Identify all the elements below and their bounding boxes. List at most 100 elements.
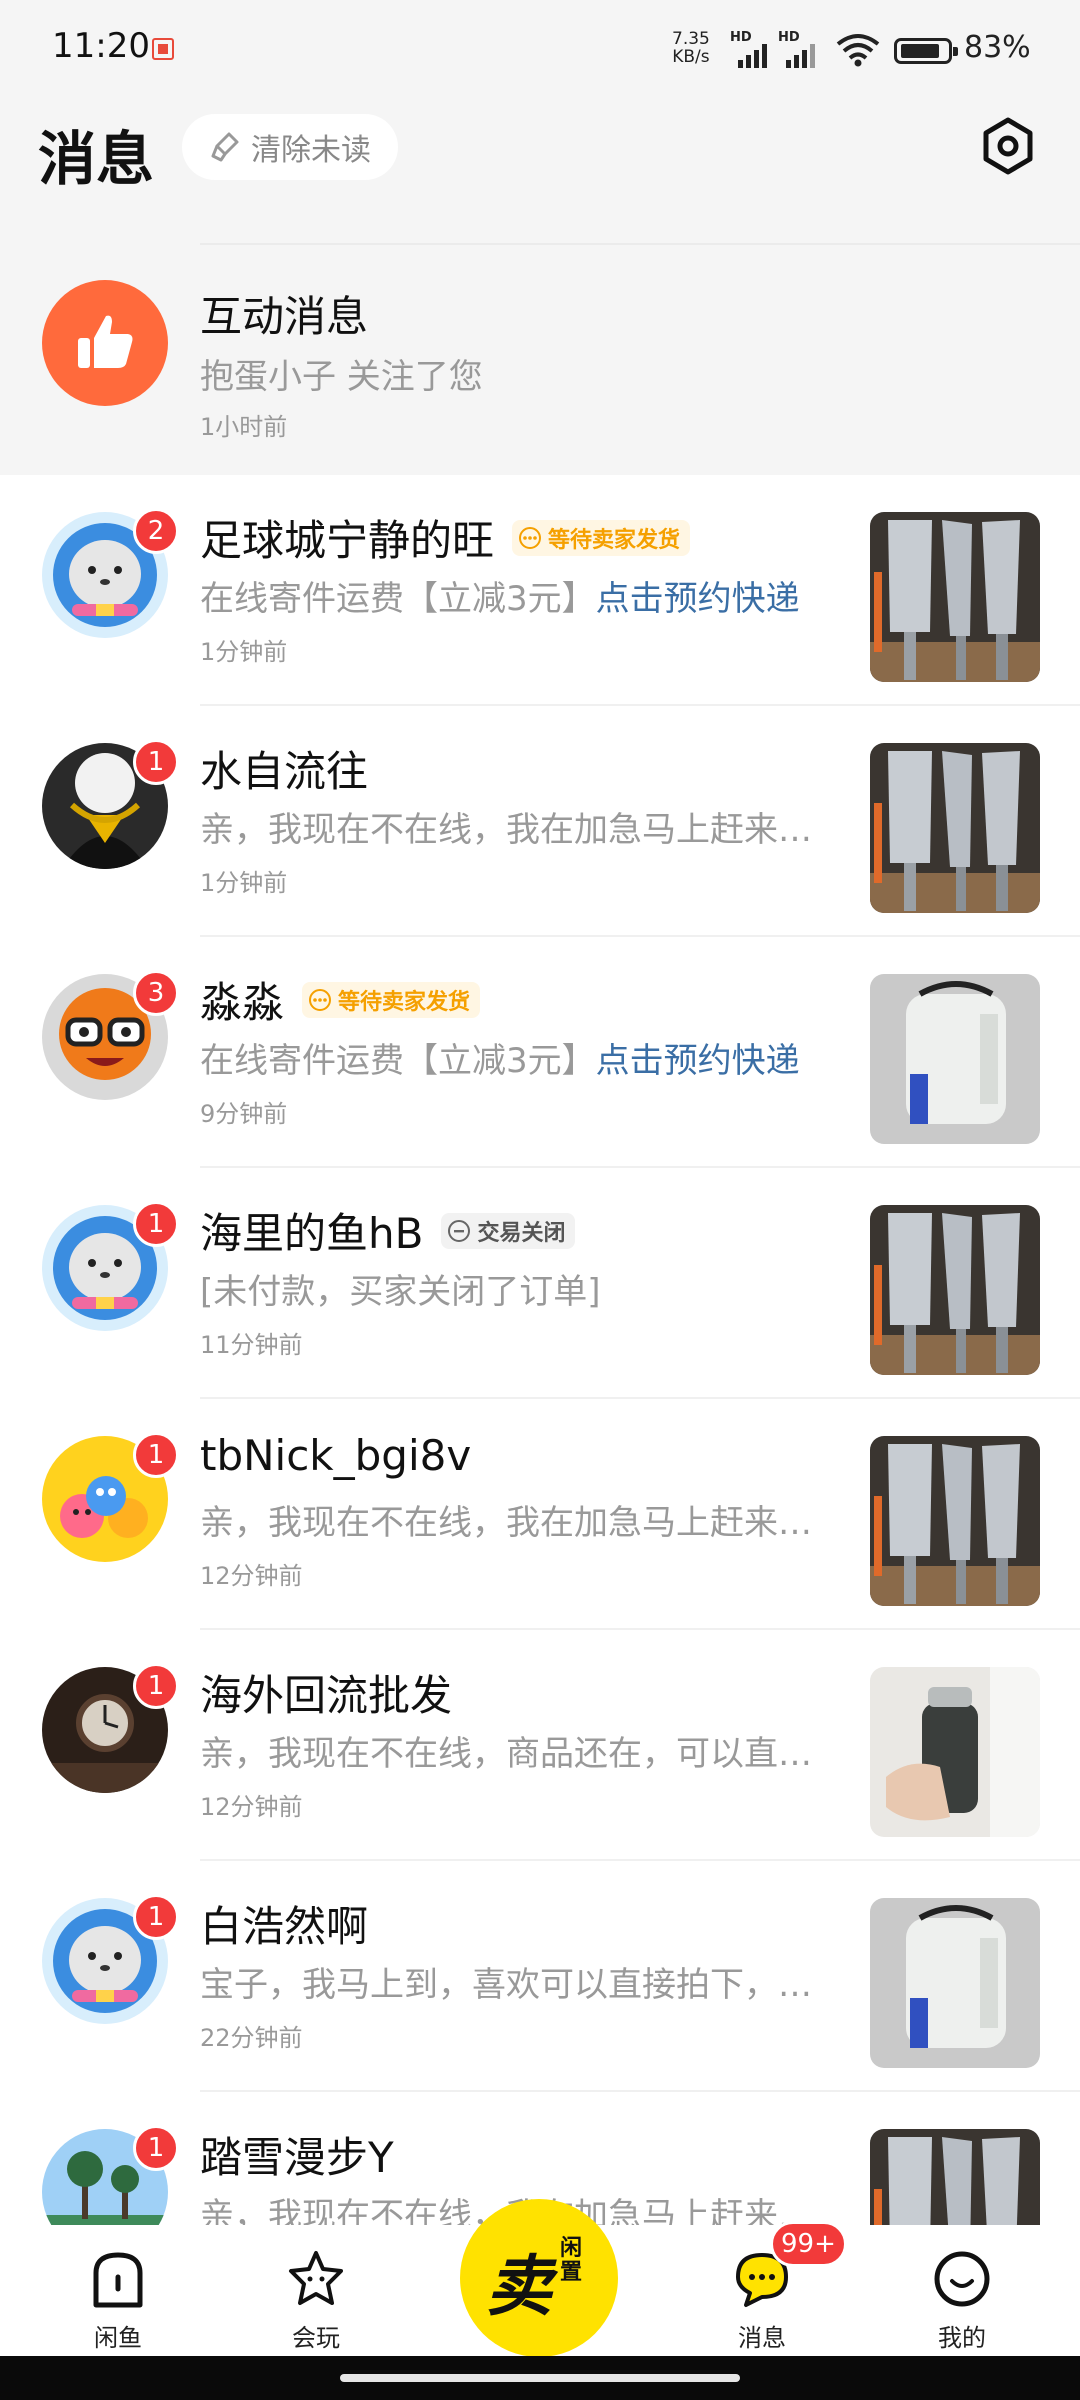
pending-dots-icon [519,526,542,549]
nav-play[interactable]: 会玩 [256,2235,376,2353]
contact-name: 水自流往 [200,747,369,796]
product-thumbnail-backpack[interactable] [870,1898,1040,2068]
name-line: 踏雪漫步Y [200,2124,394,2185]
bottom-nav: 闲鱼 会玩 卖 闲置 消息 99+ 我的 [0,2199,1080,2357]
message-preview: 宝子，我马上到，喜欢可以直接拍下，… [200,1965,812,2005]
chat-list[interactable]: 2 足球城宁静的旺 等待卖家发货 在线寄件运费【立减3元】点击预约快递 1分钟前 [0,475,1080,2225]
name-line: 白浩然啊 [200,1893,368,1954]
contact-name: 足球城宁静的旺 [200,516,495,565]
contact-name: tbNick_bgi8v [200,1431,472,1480]
interaction-title: 互动消息 [200,292,369,341]
name-line: tbNick_bgi8v [200,1431,471,1480]
order-status-label: 等待卖家发货 [548,527,681,553]
order-status-tag: 交易关闭 [441,1212,576,1249]
nav-me-label: 我的 [938,2324,986,2352]
notification-app-icon [152,38,174,60]
smile-face-icon [934,2251,990,2307]
order-status-tag: 等待卖家发货 [302,981,481,1018]
product-thumbnail-knives[interactable] [870,1205,1040,1375]
message-time: 11分钟前 [200,1331,303,1359]
minus-circle-icon [448,1219,471,1242]
unread-badge: 1 [133,1663,179,1709]
status-time: 11:20 [52,26,150,66]
product-thumbnail-knives[interactable] [870,512,1040,682]
contact-name: 海里的鱼hB [200,1209,424,1258]
chat-row[interactable]: 1 水自流往 亲，我现在不在线，我在加急马上赶来… 1分钟前 [0,706,1080,937]
page-title: 消息 [38,125,155,193]
name-line: 海里的鱼hB 交易关闭 [200,1200,576,1261]
unread-badge: 3 [133,970,179,1016]
star-face-icon [289,2251,343,2305]
nav-messages-label: 消息 [738,2324,786,2352]
network-speed: 7.35 KB/s [672,30,710,66]
signal-icon: HD [730,30,776,68]
nav-play-label: 会玩 [292,2324,340,2352]
message-time: 12分钟前 [200,1562,303,1590]
hd-label: HD [730,30,752,45]
order-status-tag: 等待卖家发货 [512,519,691,556]
message-preview: [未付款，买家关闭了订单] [200,1272,601,1312]
home-gesture-bar[interactable] [340,2374,740,2382]
message-time: 1分钟前 [200,638,288,666]
product-thumbnail-knives[interactable] [870,1436,1040,1606]
order-status-label: 交易关闭 [477,1220,566,1246]
like-icon-circle [42,280,168,406]
name-line: 淼淼 等待卖家发货 [200,969,481,1030]
unread-badge: 1 [133,1201,179,1247]
product-thumbnail-bottle[interactable] [870,1667,1040,1837]
nav-me[interactable]: 我的 [902,2235,1022,2353]
preview-text: 在线寄件运费【立减3元】 [200,579,596,619]
chat-row[interactable]: 1 白浩然啊 宝子，我马上到，喜欢可以直接拍下，… 22分钟前 [0,1861,1080,2092]
unread-badge: 2 [133,508,179,554]
interaction-messages-row[interactable]: 互动消息 抱蛋小子 关注了您 1小时前 [0,255,1080,475]
home-fish-icon [93,2252,143,2308]
product-thumbnail-knives[interactable] [870,743,1040,913]
contact-name: 海外回流批发 [200,1671,453,1720]
order-status-label: 等待卖家发货 [338,989,471,1015]
book-courier-link[interactable]: 点击预约快递 [596,1041,800,1081]
chat-row[interactable]: 3 淼淼 等待卖家发货 在线寄件运费【立减3元】点击预约快递 9分钟前 [0,937,1080,1168]
message-time: 22分钟前 [200,2024,303,2052]
battery-icon [894,38,958,64]
message-preview: 亲，我现在不在线，我在加急马上赶来… [200,810,812,850]
chat-row[interactable]: 1 tbNick_bgi8v 亲，我现在不在线，我在加急马上赶来… 12分钟前 [0,1399,1080,1630]
message-time: 9分钟前 [200,1100,288,1128]
signal-icon: HD [778,30,824,68]
unread-badge: 1 [133,739,179,785]
message-time: 1分钟前 [200,869,288,897]
chat-row[interactable]: 2 足球城宁静的旺 等待卖家发货 在线寄件运费【立减3元】点击预约快递 1分钟前 [0,475,1080,706]
battery-percent: 83% [964,30,1031,65]
sell-label: 卖 [486,2248,552,2325]
name-line: 足球城宁静的旺 等待卖家发货 [200,507,691,568]
message-preview: 在线寄件运费【立减3元】点击预约快递 [200,571,850,620]
clear-unread-button[interactable]: 清除未读 [182,114,398,180]
book-courier-link[interactable]: 点击预约快递 [596,579,800,619]
product-thumbnail-backpack[interactable] [870,974,1040,1144]
clear-unread-label: 清除未读 [251,133,371,168]
unread-badge: 1 [133,1894,179,1940]
chat-row[interactable]: 1 海里的鱼hB 交易关闭 [未付款，买家关闭了订单] 11分钟前 [0,1168,1080,1399]
sell-button[interactable]: 卖 闲置 [460,2199,618,2357]
divider [200,243,1080,245]
message-time: 12分钟前 [200,1793,303,1821]
preview-text: 在线寄件运费【立减3元】 [200,1041,596,1081]
contact-name: 淼淼 [200,978,285,1027]
thumbs-up-icon [78,315,133,368]
product-thumbnail-knives[interactable] [870,2129,1040,2225]
nav-home-label: 闲鱼 [94,2324,142,2352]
hd-label: HD [778,30,800,45]
contact-name: 白浩然啊 [200,1902,369,1951]
unread-badge: 1 [133,1432,179,1478]
chat-row[interactable]: 1 海外回流批发 亲，我现在不在线，商品还在，可以直… 12分钟前 [0,1630,1080,1861]
broom-icon [211,132,239,162]
message-preview: 亲，我现在不在线，我在加急马上赶来… [200,1503,812,1543]
nav-home[interactable]: 闲鱼 [58,2235,178,2353]
message-preview: 亲，我现在不在线，商品还在，可以直… [200,1734,812,1774]
interaction-time: 1小时前 [200,413,288,441]
contact-name: 踏雪漫步Y [200,2133,394,2182]
status-bar: 11:20 7.35 KB/s HD HD 83% [0,0,1080,100]
pending-dots-icon [309,988,332,1011]
settings-button[interactable] [976,114,1040,178]
messages-count-badge: 99+ [770,2221,847,2267]
message-preview: 在线寄件运费【立减3元】点击预约快递 [200,1033,850,1082]
